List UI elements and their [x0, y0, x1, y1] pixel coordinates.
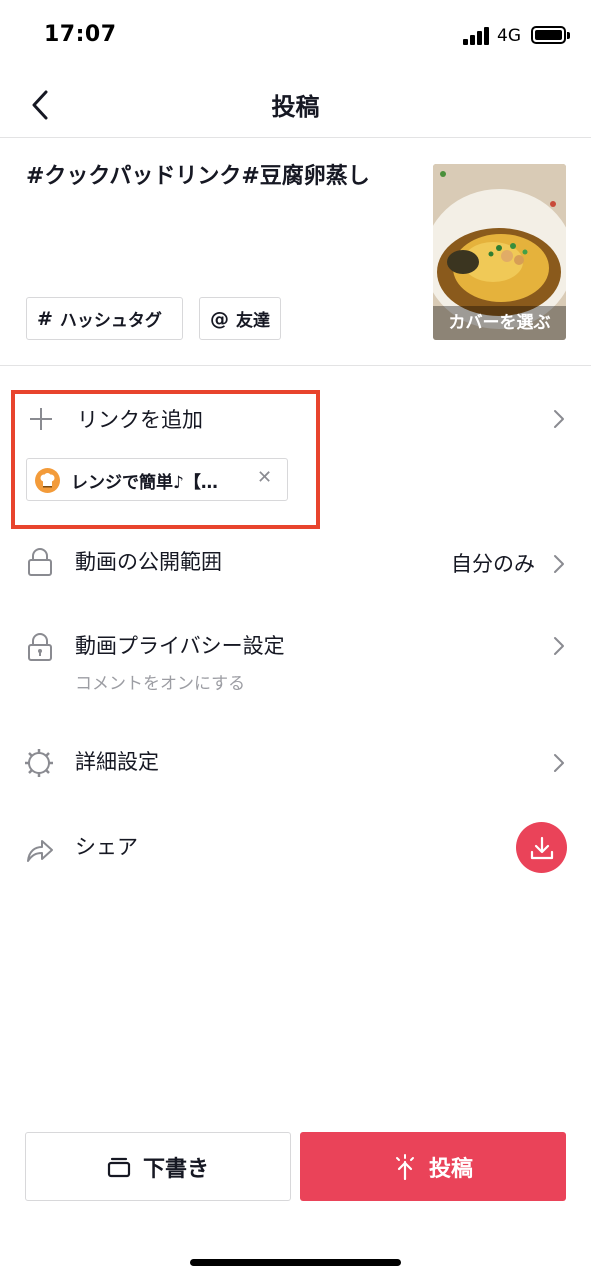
- divider: [0, 365, 591, 366]
- post-button[interactable]: 投稿: [300, 1132, 566, 1201]
- signal-icon: [463, 27, 491, 45]
- cover-selector[interactable]: カバーを選ぶ: [433, 164, 566, 340]
- battery-cap: [567, 32, 570, 39]
- mention-label: 友達: [236, 311, 270, 331]
- advanced-settings-row[interactable]: 詳細設定: [0, 730, 591, 794]
- visibility-value: 自分のみ: [451, 552, 535, 576]
- header: 投稿: [0, 72, 591, 138]
- add-link-row[interactable]: リンクを追加: [0, 392, 591, 448]
- share-label: シェア: [75, 835, 138, 859]
- share-row: シェア: [0, 815, 500, 879]
- network-label: 4G: [497, 26, 521, 46]
- draft-label: 下書き: [142, 1156, 209, 1182]
- add-link-label: リンクを追加: [77, 408, 203, 432]
- chevron-right-icon: [554, 754, 564, 772]
- download-icon: [530, 836, 553, 859]
- caption-input[interactable]: #クックパッドリンク#豆腐卵蒸し: [26, 162, 406, 192]
- hashtag-button[interactable]: # ハッシュタグ: [26, 297, 183, 340]
- attached-link-chip[interactable]: レンジで簡単♪【… ✕: [26, 458, 288, 501]
- status-bar: 17:07 4G: [0, 0, 591, 72]
- cookpad-chef-icon: [35, 468, 60, 493]
- battery-icon: [531, 26, 566, 44]
- page-title: 投稿: [271, 93, 320, 121]
- download-button[interactable]: [516, 822, 567, 873]
- at-icon: @: [210, 307, 229, 330]
- share-icon: [27, 840, 53, 862]
- chevron-right-icon: [554, 555, 564, 573]
- advanced-settings-label: 詳細設定: [75, 750, 159, 774]
- chevron-right-icon: [554, 637, 564, 655]
- privacy-lock-icon: [28, 633, 52, 661]
- home-indicator: [190, 1259, 401, 1266]
- mention-button[interactable]: @ 友達: [199, 297, 281, 340]
- hash-icon: #: [37, 307, 53, 330]
- privacy-label: 動画プライバシー設定: [75, 634, 285, 658]
- visibility-label: 動画の公開範囲: [75, 550, 222, 574]
- privacy-sub-label: コメントをオンにする: [75, 674, 246, 694]
- privacy-row[interactable]: 動画プライバシー設定 コメントをオンにする: [0, 612, 591, 702]
- gear-icon: [25, 749, 53, 777]
- post-label: 投稿: [428, 1156, 473, 1182]
- chevron-right-icon: [554, 410, 564, 428]
- draft-icon: [107, 1157, 131, 1177]
- draft-button[interactable]: 下書き: [25, 1132, 291, 1201]
- cover-label: カバーを選ぶ: [433, 306, 566, 340]
- lock-icon: [28, 548, 52, 576]
- plus-icon: [30, 408, 52, 430]
- visibility-row[interactable]: 動画の公開範囲 自分のみ: [0, 530, 591, 594]
- post-upload-icon: [395, 1153, 414, 1180]
- hashtag-label: ハッシュタグ: [59, 311, 162, 331]
- remove-link-icon[interactable]: ✕: [257, 467, 272, 488]
- status-time: 17:07: [44, 22, 117, 47]
- attached-link-title: レンジで簡単♪【…: [71, 473, 218, 493]
